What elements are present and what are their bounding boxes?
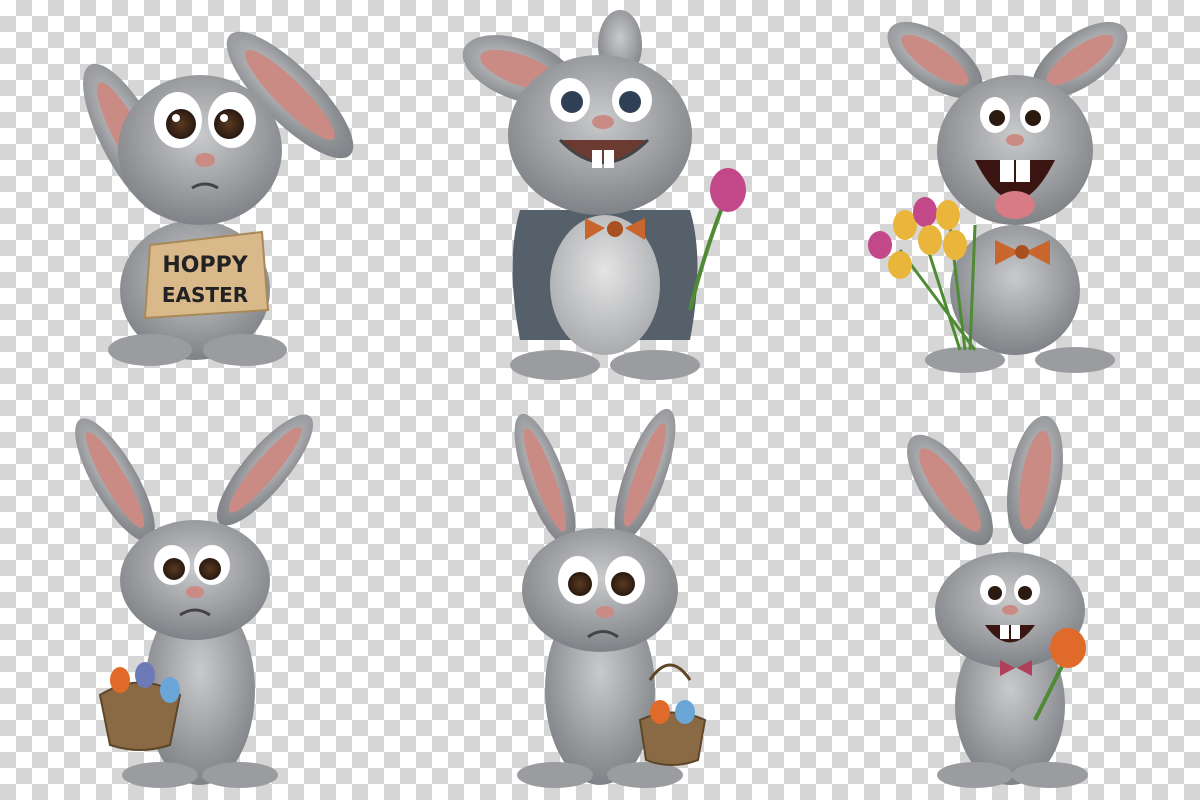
bunny-3-laughing-bouquet xyxy=(868,21,1128,373)
bunny-5-frowning-basket xyxy=(514,408,707,788)
bunny-2-smiling-tulip xyxy=(462,10,746,380)
bunny-4-sad-basket xyxy=(75,414,314,788)
hoppy-easter-sign: HOPPY EASTER xyxy=(143,230,270,320)
sign-line-2: EASTER xyxy=(162,283,248,307)
sign-line-1: HOPPY xyxy=(162,253,248,278)
bunny-1-worried-sign: HOPPY EASTER xyxy=(83,31,354,366)
bunny-clipart-sheet: HOPPY EASTER xyxy=(75,10,1128,788)
tulip-pink xyxy=(688,168,746,311)
bunny-6-grinning-tulip xyxy=(907,415,1088,788)
